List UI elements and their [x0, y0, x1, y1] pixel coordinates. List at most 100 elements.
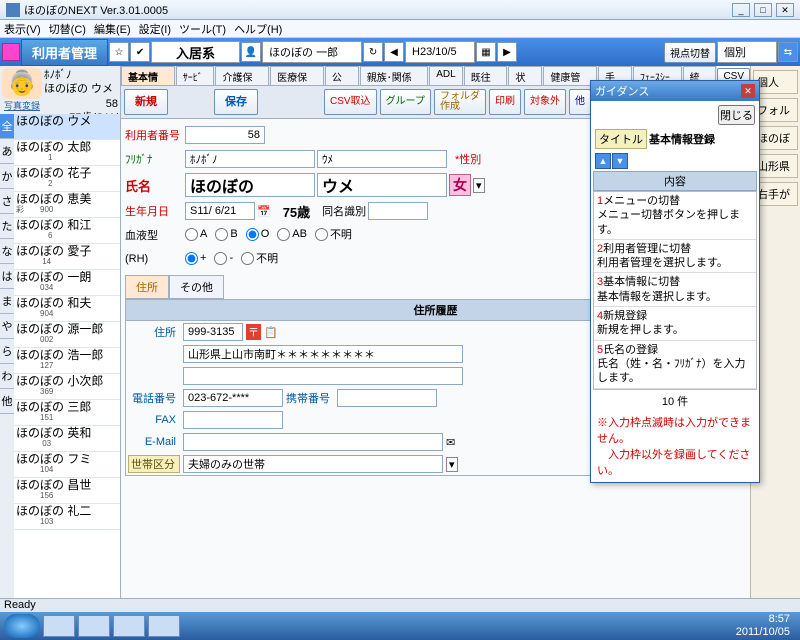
samename-input[interactable]: [368, 202, 428, 220]
prev-icon[interactable]: ◀: [384, 42, 404, 62]
blood-radio[interactable]: O: [246, 228, 270, 241]
group-button[interactable]: グループ: [380, 89, 431, 115]
section-tab[interactable]: 公費: [325, 66, 359, 85]
patient-row[interactable]: ほのぼの 源一郎 002: [14, 322, 120, 348]
date-field[interactable]: H23/10/5: [405, 41, 475, 63]
index-tab[interactable]: な: [0, 239, 14, 264]
taskbar-app-1[interactable]: [43, 615, 75, 637]
patient-row[interactable]: ほのぼの 恵美彩 900: [14, 192, 120, 218]
minimize-button[interactable]: _: [732, 3, 750, 17]
section-tab[interactable]: 親族･関係者: [360, 66, 429, 85]
taskbar-app-4[interactable]: [148, 615, 180, 637]
section-tab[interactable]: 介護保険: [215, 66, 269, 85]
rh-radio[interactable]: -: [214, 252, 233, 265]
print-button[interactable]: 印刷: [489, 89, 521, 115]
section-tab[interactable]: 状況: [508, 66, 542, 85]
taskbar-app-3[interactable]: [113, 615, 145, 637]
patient-row[interactable]: ほのぼの 和江 6: [14, 218, 120, 244]
section-tab[interactable]: 健康管理: [543, 66, 597, 85]
patient-row[interactable]: ほのぼの 太郎 1: [14, 140, 120, 166]
guidance-close-button[interactable]: 閉じる: [718, 105, 755, 125]
index-tab[interactable]: さ: [0, 189, 14, 214]
menu-item[interactable]: 切替(C): [49, 21, 86, 37]
patient-row[interactable]: ほのぼの 一朗 034: [14, 270, 120, 296]
household-dropdown-icon[interactable]: ▾: [446, 457, 458, 472]
menu-item[interactable]: ツール(T): [179, 21, 226, 37]
index-tab[interactable]: あ: [0, 139, 14, 164]
index-tab[interactable]: は: [0, 264, 14, 289]
start-button[interactable]: [4, 614, 40, 638]
guidance-item[interactable]: 4新規登録新規を押します。: [594, 307, 756, 341]
guidance-close-icon[interactable]: ✕: [741, 84, 755, 98]
guidance-item[interactable]: 5氏名の登録氏名（姓・名・ﾌﾘｶﾞﾅ）を入力します。: [594, 341, 756, 389]
email-icon[interactable]: ✉: [446, 436, 455, 449]
section-tab[interactable]: ADL: [429, 66, 462, 85]
expand-icon[interactable]: ⇆: [778, 42, 798, 62]
section-tab[interactable]: 医療保険: [270, 66, 324, 85]
view-switch-button[interactable]: 視点切替: [664, 42, 716, 63]
patient-row[interactable]: ほのぼの 小次郎 369: [14, 374, 120, 400]
save-button[interactable]: 保存: [214, 89, 258, 115]
blood-radio[interactable]: 不明: [315, 226, 352, 242]
user-icon[interactable]: 👤: [241, 42, 261, 62]
section-tab[interactable]: 基本情報: [121, 66, 175, 85]
patient-row[interactable]: ほのぼの 礼二 103: [14, 504, 120, 530]
guidance-item[interactable]: 3基本情報に切替基本情報を選択します。: [594, 273, 756, 307]
calendar-picker-icon[interactable]: 📅: [257, 205, 271, 218]
index-tab[interactable]: 全: [0, 114, 14, 139]
patient-list[interactable]: ほのぼの ウメほのぼの 太郎 1ほのぼの 花子 2ほのぼの 恵美彩 900ほのぼ…: [14, 114, 120, 612]
sex-dropdown-icon[interactable]: ▾: [473, 178, 485, 193]
patient-row[interactable]: ほのぼの 花子 2: [14, 166, 120, 192]
rh-radio[interactable]: +: [185, 252, 206, 265]
subtab-other[interactable]: その他: [169, 275, 224, 299]
index-tab[interactable]: か: [0, 164, 14, 189]
sex-button[interactable]: 女: [449, 174, 471, 196]
addr-line1-input[interactable]: [183, 345, 463, 363]
patient-row[interactable]: ほのぼの 昌世 156: [14, 478, 120, 504]
calendar-icon[interactable]: ▦: [476, 42, 496, 62]
guidance-up-icon[interactable]: ▲: [595, 153, 611, 169]
index-tab[interactable]: わ: [0, 364, 14, 389]
subtab-address[interactable]: 住所: [125, 275, 169, 299]
close-button[interactable]: ✕: [776, 3, 794, 17]
section-tab[interactable]: ｻｰﾋﾞｽ: [176, 66, 215, 85]
patient-row[interactable]: ほのぼの フミ 104: [14, 452, 120, 478]
exclude-button[interactable]: 対象外: [524, 89, 566, 115]
tel-input[interactable]: [183, 389, 283, 407]
patient-row[interactable]: ほのぼの 和夫 904: [14, 296, 120, 322]
guidance-item[interactable]: 1メニューの切替メニュー切替ボタンを押します。: [594, 192, 756, 240]
addr-line2-input[interactable]: [183, 367, 463, 385]
mei-input[interactable]: [317, 173, 447, 197]
index-tab[interactable]: ま: [0, 289, 14, 314]
household-select[interactable]: [183, 455, 443, 473]
blood-radio[interactable]: B: [215, 228, 237, 241]
rh-radio[interactable]: 不明: [241, 250, 278, 266]
email-input[interactable]: [183, 433, 443, 451]
mode-selector[interactable]: 入居系: [151, 41, 240, 63]
mobile-input[interactable]: [337, 389, 437, 407]
index-tab[interactable]: 他: [0, 389, 14, 414]
zip-input[interactable]: [183, 323, 243, 341]
maximize-button[interactable]: □: [754, 3, 772, 17]
check-icon[interactable]: ✔: [130, 42, 150, 62]
id-input[interactable]: [185, 126, 265, 144]
menu-item[interactable]: ヘルプ(H): [234, 21, 282, 37]
patient-row[interactable]: ほのぼの 三郎 151: [14, 400, 120, 426]
patient-row[interactable]: ほのぼの 浩一郎 127: [14, 348, 120, 374]
blood-radio[interactable]: A: [185, 228, 207, 241]
guidance-item[interactable]: 2利用者管理に切替利用者管理を選択します。: [594, 240, 756, 274]
new-button[interactable]: 新規: [124, 89, 168, 115]
blood-radio[interactable]: AB: [277, 228, 307, 241]
furigana-sei-input[interactable]: [185, 150, 315, 168]
patient-row[interactable]: ほのぼの ウメ: [14, 114, 120, 140]
menu-item[interactable]: 編集(E): [94, 21, 131, 37]
patient-row[interactable]: ほのぼの 愛子 14: [14, 244, 120, 270]
photo-register-link[interactable]: 写真変録: [4, 99, 40, 112]
sei-input[interactable]: [185, 173, 315, 197]
guidance-down-icon[interactable]: ▼: [612, 153, 628, 169]
index-tab[interactable]: た: [0, 214, 14, 239]
folder-button[interactable]: フォルダ 作成: [434, 89, 486, 115]
refresh-icon[interactable]: ↻: [363, 42, 383, 62]
other-button[interactable]: 他: [569, 89, 591, 115]
furigana-mei-input[interactable]: [317, 150, 447, 168]
